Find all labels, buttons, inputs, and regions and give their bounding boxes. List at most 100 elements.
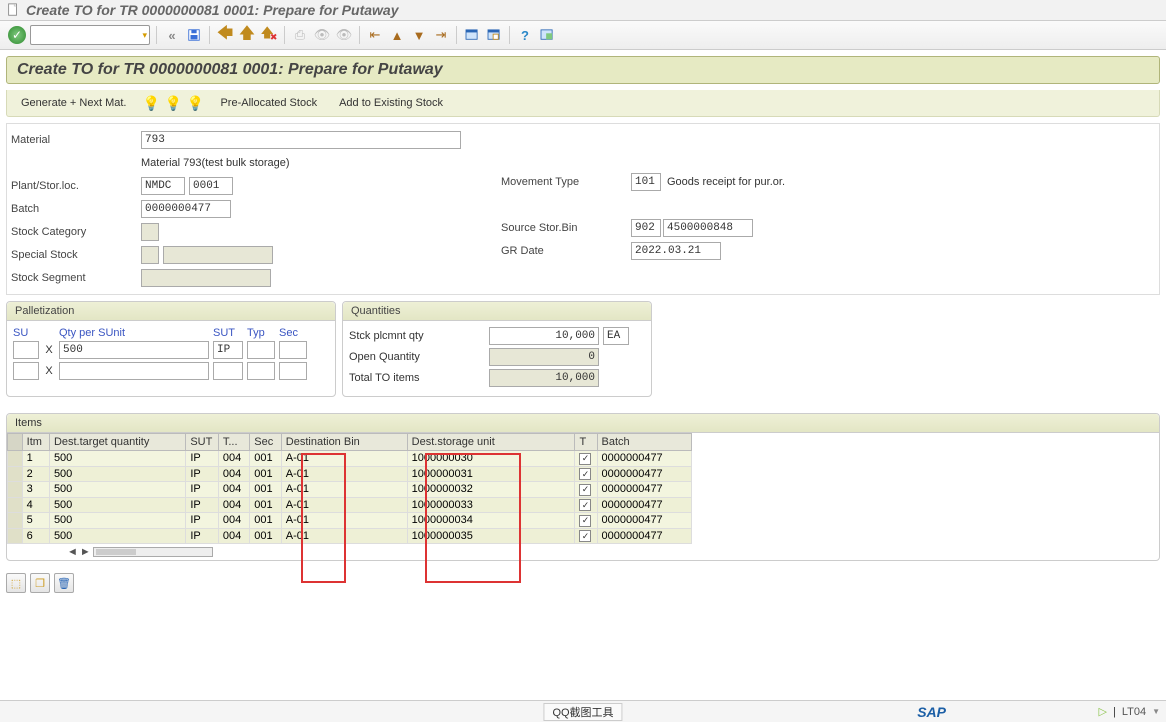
cell-dsu[interactable]: 1000000034 <box>407 513 575 529</box>
col-tc[interactable]: T <box>575 434 597 451</box>
prev-icon[interactable]: « <box>163 26 181 44</box>
help-icon[interactable]: ? <box>516 26 534 44</box>
sloc-field[interactable]: 0001 <box>189 177 233 195</box>
cell-tc[interactable]: ✓ <box>575 513 597 529</box>
cell-dtq[interactable]: 500 <box>49 497 185 513</box>
cell-tc[interactable]: ✓ <box>575 497 597 513</box>
new-line-button[interactable]: ⬚ <box>6 573 26 593</box>
horizontal-scrollbar[interactable]: ◄ ► <box>7 544 1159 560</box>
shortcut-icon[interactable] <box>485 26 503 44</box>
scroll-right-icon[interactable]: ► <box>80 546 91 558</box>
qq-screenshot-button[interactable]: QQ截图工具 <box>543 703 622 721</box>
pal-typ-1[interactable] <box>247 341 275 359</box>
cell-dbin[interactable]: A-01 <box>281 528 407 544</box>
command-field[interactable]: ▾ <box>30 25 150 45</box>
copy-line-button[interactable]: ❐ <box>30 573 50 593</box>
row-select[interactable] <box>8 466 23 482</box>
new-session-icon[interactable] <box>463 26 481 44</box>
pal-qty-2[interactable] <box>59 362 209 380</box>
col-t[interactable]: T... <box>218 434 249 451</box>
col-sut[interactable]: SUT <box>186 434 219 451</box>
row-select[interactable] <box>8 482 23 498</box>
cell-sec[interactable]: 001 <box>250 466 281 482</box>
material-field[interactable]: 793 <box>141 131 461 149</box>
enter-button[interactable]: ✓ <box>8 26 26 44</box>
cell-batch[interactable]: 0000000477 <box>597 528 692 544</box>
cell-dsu[interactable]: 1000000032 <box>407 482 575 498</box>
cell-sec[interactable]: 001 <box>250 497 281 513</box>
pal-sec-1[interactable] <box>279 341 307 359</box>
cell-itm[interactable]: 3 <box>22 482 49 498</box>
cell-sec[interactable]: 001 <box>250 528 281 544</box>
cell-dtq[interactable]: 500 <box>49 466 185 482</box>
layout-icon[interactable] <box>538 26 556 44</box>
cell-dtq[interactable]: 500 <box>49 528 185 544</box>
plant-field[interactable]: NMDC <box>141 177 185 195</box>
first-page-icon[interactable]: ⇤ <box>366 26 384 44</box>
session-play-icon[interactable]: ▷ <box>1098 705 1106 718</box>
cell-dbin[interactable]: A-01 <box>281 513 407 529</box>
cell-t[interactable]: 004 <box>218 482 249 498</box>
cell-dtq[interactable]: 500 <box>49 482 185 498</box>
cell-sec[interactable]: 001 <box>250 482 281 498</box>
col-sec[interactable]: Sec <box>250 434 281 451</box>
gr-date-field[interactable]: 2022.03.21 <box>631 242 721 260</box>
cell-itm[interactable]: 2 <box>22 466 49 482</box>
stck-plcmnt-field[interactable]: 10,000 <box>489 327 599 345</box>
col-dbin[interactable]: Destination Bin <box>281 434 407 451</box>
cell-dsu[interactable]: 1000000031 <box>407 466 575 482</box>
batch-field[interactable]: 0000000477 <box>141 200 231 218</box>
cell-batch[interactable]: 0000000477 <box>597 513 692 529</box>
table-row[interactable]: 2500IP004001A-011000000031✓0000000477 <box>8 466 692 482</box>
light-background-icon[interactable]: 💡 <box>142 94 160 112</box>
cell-t[interactable]: 004 <box>218 528 249 544</box>
cell-sut[interactable]: IP <box>186 528 219 544</box>
prev-page-icon[interactable]: ▲ <box>388 26 406 44</box>
cell-tc[interactable]: ✓ <box>575 466 597 482</box>
cell-dbin[interactable]: A-01 <box>281 482 407 498</box>
cell-sec[interactable]: 001 <box>250 451 281 467</box>
light-quant-icon[interactable]: 💡 <box>186 94 204 112</box>
pal-qty-1[interactable]: 500 <box>59 341 209 359</box>
cell-sut[interactable]: IP <box>186 497 219 513</box>
cell-dsu[interactable]: 1000000035 <box>407 528 575 544</box>
cell-tc[interactable]: ✓ <box>575 451 597 467</box>
row-select[interactable] <box>8 451 23 467</box>
cell-tc[interactable]: ✓ <box>575 482 597 498</box>
cell-t[interactable]: 004 <box>218 466 249 482</box>
cancel-icon[interactable]: 🡅✖ <box>260 26 278 44</box>
cell-batch[interactable]: 0000000477 <box>597 482 692 498</box>
cell-itm[interactable]: 5 <box>22 513 49 529</box>
source-bin-field[interactable]: 4500000848 <box>663 219 753 237</box>
row-select[interactable] <box>8 497 23 513</box>
table-row[interactable]: 6500IP004001A-011000000035✓0000000477 <box>8 528 692 544</box>
pal-sec-2[interactable] <box>279 362 307 380</box>
cell-t[interactable]: 004 <box>218 451 249 467</box>
cell-itm[interactable]: 1 <box>22 451 49 467</box>
cell-dsu[interactable]: 1000000030 <box>407 451 575 467</box>
add-existing-stock-button[interactable]: Add to Existing Stock <box>333 95 449 111</box>
table-row[interactable]: 4500IP004001A-011000000033✓0000000477 <box>8 497 692 513</box>
cell-itm[interactable]: 6 <box>22 528 49 544</box>
last-page-icon[interactable]: ⇥ <box>432 26 450 44</box>
pal-sut-1[interactable]: IP <box>213 341 243 359</box>
movement-type-field[interactable]: 101 <box>631 173 661 191</box>
tcode-dropdown-icon[interactable]: ▼ <box>1152 707 1160 716</box>
cell-dsu[interactable]: 1000000033 <box>407 497 575 513</box>
exit-icon[interactable]: 🡅 <box>238 26 256 44</box>
source-bin-type-field[interactable]: 902 <box>631 219 661 237</box>
back-icon[interactable]: 🡄 <box>216 26 234 44</box>
col-itm[interactable]: Itm <box>22 434 49 451</box>
cell-sut[interactable]: IP <box>186 513 219 529</box>
cell-sut[interactable]: IP <box>186 482 219 498</box>
pal-su-2[interactable] <box>13 362 39 380</box>
col-dsu[interactable]: Dest.storage unit <box>407 434 575 451</box>
row-select[interactable] <box>8 528 23 544</box>
col-dtq[interactable]: Dest.target quantity <box>49 434 185 451</box>
pal-typ-2[interactable] <box>247 362 275 380</box>
light-foreground-icon[interactable]: 💡 <box>164 94 182 112</box>
cell-dtq[interactable]: 500 <box>49 451 185 467</box>
table-row[interactable]: 3500IP004001A-011000000032✓0000000477 <box>8 482 692 498</box>
table-row[interactable]: 1500IP004001A-011000000030✓0000000477 <box>8 451 692 467</box>
cell-itm[interactable]: 4 <box>22 497 49 513</box>
